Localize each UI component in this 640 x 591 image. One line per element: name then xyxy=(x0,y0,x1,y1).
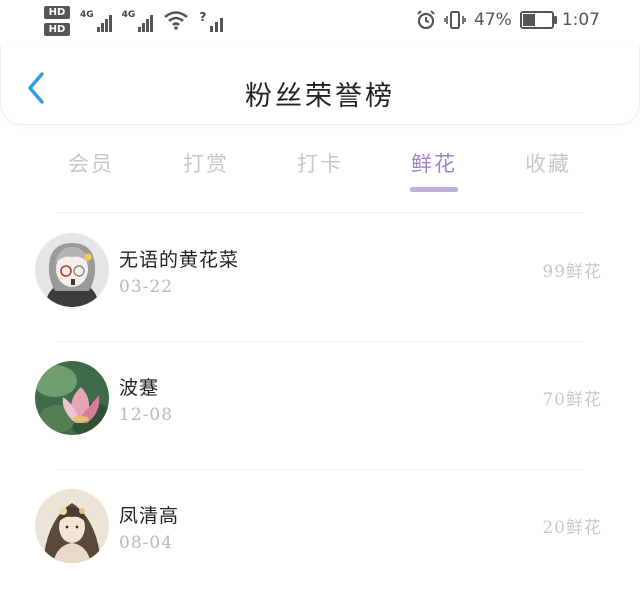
wifi-icon xyxy=(164,11,189,30)
status-bar: HD HD 4G 4G ? 47% 1:07 xyxy=(0,0,640,46)
divider xyxy=(56,469,584,470)
clock: 1:07 xyxy=(561,10,600,30)
flower-count: 70鲜花 xyxy=(542,390,602,410)
list-item[interactable]: 无语的黄花菜 03-22 99鲜花 xyxy=(0,215,640,335)
hd-badge: HD xyxy=(44,6,70,19)
active-tab-indicator xyxy=(410,187,458,192)
network-type: 4G xyxy=(80,10,94,20)
navigation-header: 粉丝荣誉榜 xyxy=(0,46,640,125)
fan-name: 波蹇 xyxy=(119,377,160,399)
flower-count: 99鲜花 xyxy=(542,262,602,282)
fan-name: 无语的黄花菜 xyxy=(119,249,240,271)
flower-count: 20鲜花 xyxy=(542,518,602,538)
divider xyxy=(56,212,584,213)
fan-date: 03-22 xyxy=(119,277,174,297)
vibrate-icon xyxy=(444,11,466,29)
fan-date: 08-04 xyxy=(119,533,174,553)
tab-flowers[interactable]: 鲜花 xyxy=(411,148,457,178)
fan-date: 12-08 xyxy=(119,405,174,425)
signal-icon: ? xyxy=(199,10,224,32)
page-title: 粉丝荣誉榜 xyxy=(245,81,395,112)
tab-members[interactable]: 会员 xyxy=(68,148,114,178)
battery-percent: 47% xyxy=(474,10,512,30)
avatar xyxy=(35,489,109,563)
divider xyxy=(56,341,584,342)
alarm-icon xyxy=(417,10,435,30)
signal-icon: 4G xyxy=(122,10,154,32)
fan-name: 凤清高 xyxy=(119,505,180,527)
tab-rewards[interactable]: 打赏 xyxy=(183,148,229,178)
battery-icon xyxy=(519,11,557,29)
list-item[interactable]: 凤清高 08-04 20鲜花 xyxy=(0,471,640,591)
avatar xyxy=(35,361,109,435)
avatar xyxy=(35,233,109,307)
tab-checkin[interactable]: 打卡 xyxy=(297,148,343,178)
tab-favorites[interactable]: 收藏 xyxy=(525,148,571,178)
list-item[interactable]: 波蹇 12-08 70鲜花 xyxy=(0,343,640,463)
signal-icon: 4G xyxy=(80,10,112,32)
network-type: 4G xyxy=(121,10,136,20)
hd-badge: HD xyxy=(44,23,70,36)
category-tabs: 会员 打赏 打卡 鲜花 收藏 xyxy=(0,140,640,200)
